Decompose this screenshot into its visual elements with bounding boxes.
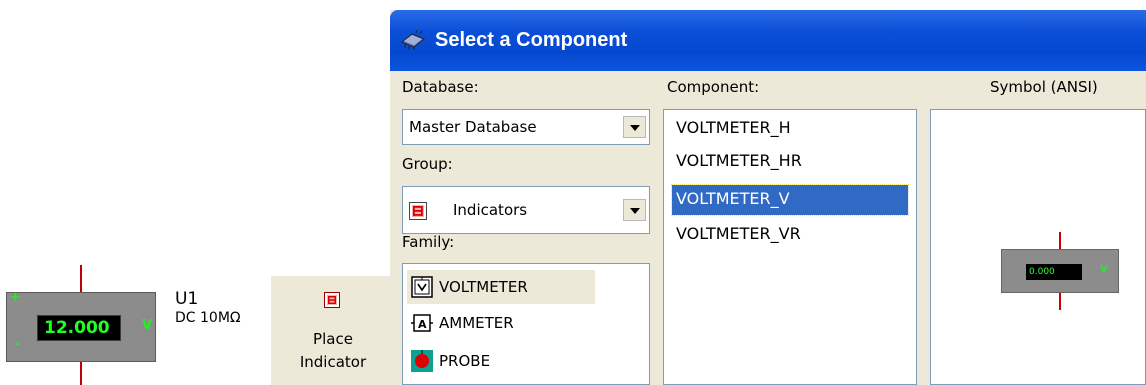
family-item-label: PROBE xyxy=(439,352,491,370)
component-parameters: DC 10MΩ xyxy=(175,310,241,326)
family-item-voltmeter[interactable]: VOLTMETER xyxy=(407,270,595,304)
database-label: Database: xyxy=(402,78,479,96)
indicator-icon xyxy=(409,202,427,220)
voltmeter-unit: V xyxy=(142,318,153,333)
component-item[interactable]: VOLTMETER_VR xyxy=(672,220,908,250)
voltmeter-reading: 12.000 xyxy=(37,315,121,341)
plus-terminal-label: + xyxy=(10,290,21,305)
select-component-dialog: Select a Component Database: Master Data… xyxy=(390,10,1146,385)
family-item-label: AMMETER xyxy=(439,314,514,332)
symbol-top-wire xyxy=(1059,232,1061,249)
probe-icon xyxy=(411,350,433,372)
component-refdes: U1 xyxy=(175,289,199,309)
symbol-voltmeter-body: 0.000 V xyxy=(1001,249,1119,293)
component-label: Component: xyxy=(667,78,760,96)
svg-text:A: A xyxy=(418,318,427,331)
ammeter-icon: A xyxy=(411,314,433,332)
symbol-label: Symbol (ANSI) xyxy=(990,78,1098,96)
group-value: Indicators xyxy=(453,201,528,219)
minus-terminal-label: - xyxy=(14,337,20,352)
group-dropdown[interactable]: Indicators xyxy=(402,186,650,234)
database-dropdown[interactable]: Master Database xyxy=(402,109,650,145)
database-value: Master Database xyxy=(409,118,537,136)
chevron-down-icon[interactable] xyxy=(623,199,646,221)
place-button-label-line1: Place xyxy=(313,330,353,348)
component-list[interactable]: VOLTMETER_H VOLTMETER_HR VOLTMETER_V VOL… xyxy=(663,109,917,385)
symbol-preview: 0.000 V xyxy=(930,109,1146,385)
component-item[interactable]: VOLTMETER_HR xyxy=(672,147,908,177)
indicator-icon xyxy=(324,292,340,308)
top-terminal-wire xyxy=(80,265,82,292)
chevron-down-icon[interactable] xyxy=(623,116,646,138)
component-item-selected[interactable]: VOLTMETER_V xyxy=(671,184,909,216)
place-button-label-line2: Indicator xyxy=(299,353,367,371)
voltmeter-icon xyxy=(411,276,433,298)
component-item[interactable]: VOLTMETER_H xyxy=(672,114,908,144)
group-label: Group: xyxy=(402,155,453,173)
place-indicator-button[interactable]: Place Indicator xyxy=(270,275,394,385)
bottom-terminal-wire xyxy=(80,362,82,385)
family-item-label: VOLTMETER xyxy=(439,278,528,296)
family-list[interactable]: VOLTMETER A AMMETER PROBE xyxy=(402,263,650,385)
dialog-titlebar[interactable]: Select a Component xyxy=(390,10,1146,71)
dialog-title: Select a Component xyxy=(435,29,628,51)
symbol-bottom-wire xyxy=(1059,293,1061,310)
voltmeter-body: 12.000 xyxy=(6,292,156,362)
family-label: Family: xyxy=(402,233,455,251)
component-app-icon xyxy=(401,30,425,50)
symbol-unit: V xyxy=(1100,264,1108,275)
symbol-reading: 0.000 xyxy=(1026,264,1082,280)
